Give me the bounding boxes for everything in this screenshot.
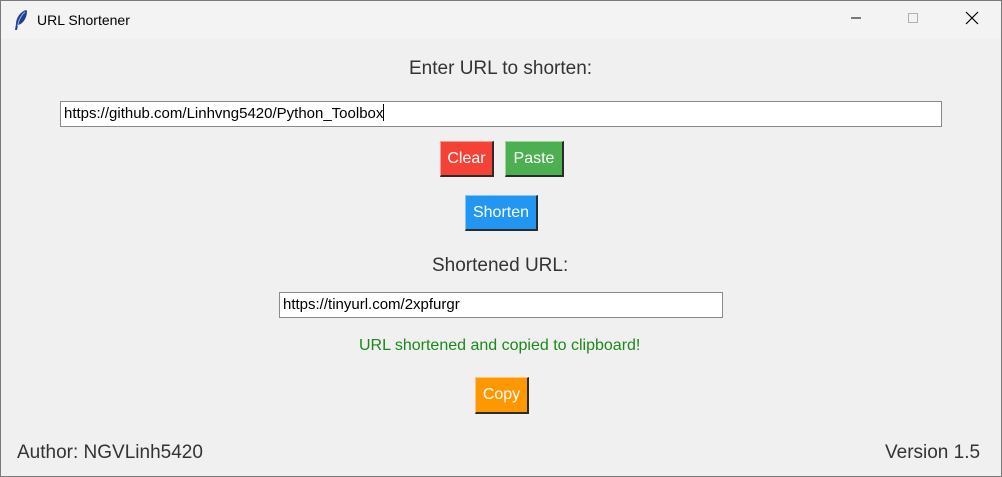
copy-button[interactable]: Copy — [475, 377, 529, 414]
version-label: Version 1.5 — [885, 442, 981, 463]
minimize-button[interactable] — [827, 1, 885, 39]
text-caret — [383, 104, 385, 122]
url-input-value: https://github.com/Linhvng5420/Python_To… — [64, 105, 384, 122]
close-icon — [965, 11, 979, 30]
output-label: Shortened URL: — [432, 255, 569, 276]
feather-icon — [13, 9, 29, 31]
close-button[interactable] — [943, 1, 1001, 39]
app-window: URL Shortener Enter URL to shorten: http… — [0, 0, 1002, 477]
minimize-icon — [850, 11, 862, 29]
author-label: Author: NGVLinh5420 — [17, 442, 203, 463]
title-bar[interactable]: URL Shortener — [1, 1, 1001, 39]
clear-button[interactable]: Clear — [440, 141, 494, 177]
url-input[interactable]: https://github.com/Linhvng5420/Python_To… — [60, 101, 942, 127]
window-title: URL Shortener — [37, 12, 130, 28]
shortened-url-field[interactable]: https://tinyurl.com/2xpfurgr — [279, 292, 723, 318]
shorten-button[interactable]: Shorten — [465, 195, 538, 231]
input-label: Enter URL to shorten: — [409, 58, 593, 79]
maximize-button[interactable] — [884, 1, 942, 39]
paste-button[interactable]: Paste — [505, 141, 564, 177]
maximize-icon — [907, 11, 919, 29]
status-message: URL shortened and copied to clipboard! — [359, 337, 641, 354]
